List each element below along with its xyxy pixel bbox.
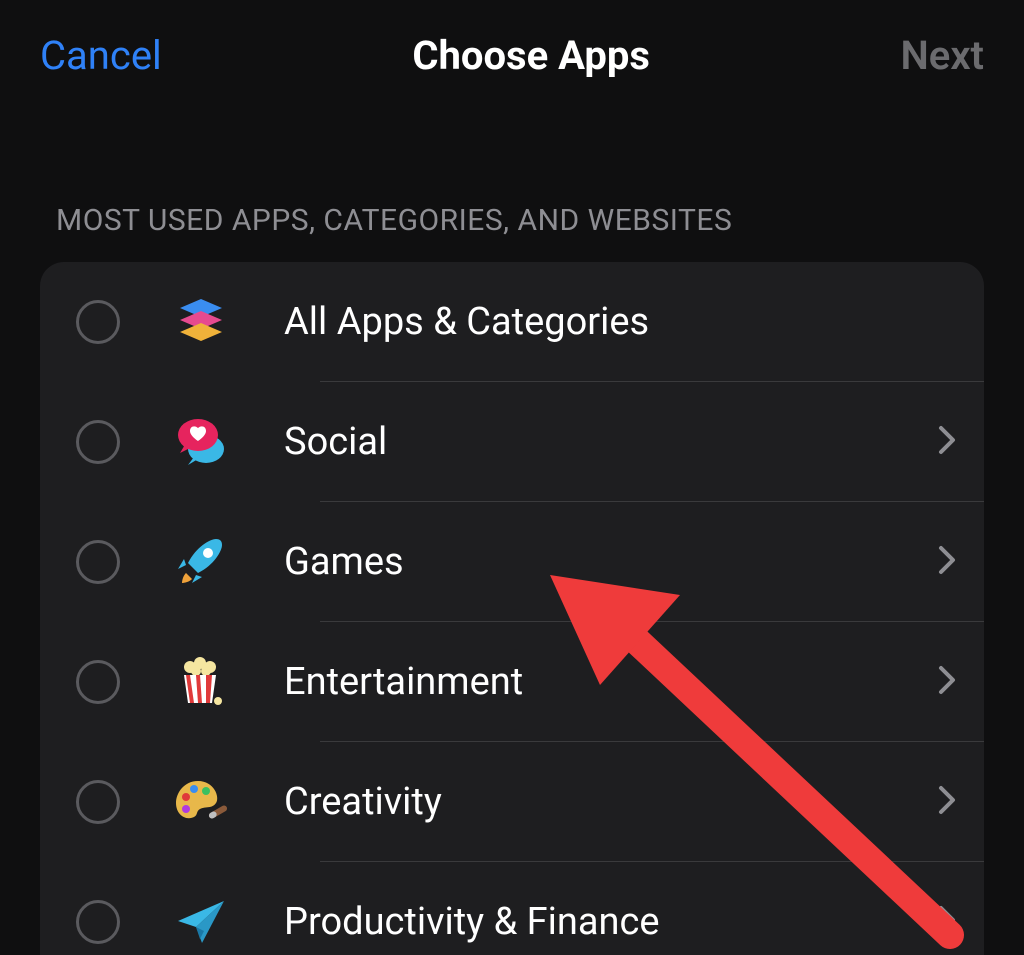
row-entertainment[interactable]: Entertainment [40,622,984,742]
radio-unchecked[interactable] [76,660,120,704]
radio-unchecked[interactable] [76,540,120,584]
category-list: All Apps & Categories Social [40,262,984,955]
social-icon [166,407,236,477]
stack-icon [166,287,236,357]
row-label: Games [284,540,926,584]
palette-icon [166,767,236,837]
row-creativity[interactable]: Creativity [40,742,984,862]
row-label: All Apps & Categories [284,300,956,344]
radio-unchecked[interactable] [76,420,120,464]
modal-header: Cancel Choose Apps Next [0,0,1024,103]
row-social[interactable]: Social [40,382,984,502]
row-label: Entertainment [284,660,926,704]
row-games[interactable]: Games [40,502,984,622]
row-label: Social [284,420,926,464]
row-productivity-finance[interactable]: Productivity & Finance [40,862,984,955]
rocket-icon [166,527,236,597]
chevron-right-icon [938,425,956,459]
chevron-right-icon [938,905,956,939]
paperplane-icon [166,887,236,955]
radio-unchecked[interactable] [76,300,120,344]
radio-unchecked[interactable] [76,780,120,824]
row-all-apps[interactable]: All Apps & Categories [40,262,984,382]
modal-title: Choose Apps [162,32,901,79]
section-header: MOST USED APPS, CATEGORIES, AND WEBSITES [56,203,968,238]
popcorn-icon [166,647,236,717]
chevron-right-icon [938,785,956,819]
row-label: Creativity [284,780,926,824]
cancel-button[interactable]: Cancel [40,32,162,79]
next-button[interactable]: Next [901,32,985,79]
chevron-right-icon [938,665,956,699]
chevron-right-icon [938,545,956,579]
row-label: Productivity & Finance [284,900,926,944]
radio-unchecked[interactable] [76,900,120,944]
